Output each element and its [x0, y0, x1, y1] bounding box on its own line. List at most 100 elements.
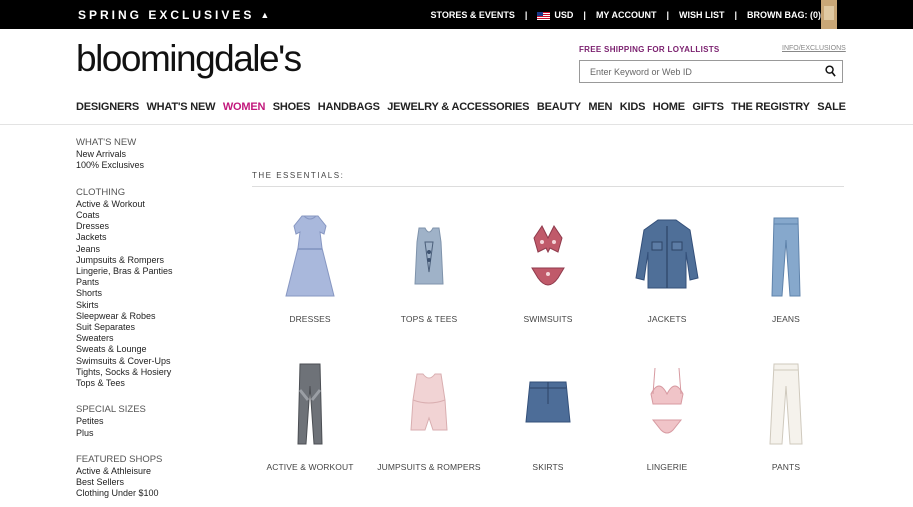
main-nav: DESIGNERS WHAT'S NEW WOMEN SHOES HANDBAG… [76, 101, 846, 113]
free-shipping-promo: FREE SHIPPING FOR LOYALLISTS [579, 45, 720, 54]
divider: | [734, 10, 737, 20]
sidebar-heading[interactable]: FEATURED SHOPS [76, 454, 226, 465]
sidebar-group-featured-shops: FEATURED SHOPS Active & Athleisure Best … [76, 454, 226, 500]
sidebar-group-special-sizes: SPECIAL SIZES Petites Plus [76, 404, 226, 439]
sidebar-link[interactable]: Pants [76, 277, 226, 288]
sidebar-link[interactable]: New Arrivals [76, 149, 226, 160]
nav-jewelry-accessories[interactable]: JEWELRY & ACCESSORIES [387, 101, 529, 113]
nav-men[interactable]: MEN [588, 101, 612, 113]
jeans-icon [771, 217, 801, 297]
category-label: SKIRTS [532, 462, 564, 472]
sidebar-link[interactable]: Jeans [76, 244, 226, 255]
us-flag-icon [537, 11, 551, 20]
sidebar-heading[interactable]: SPECIAL SIZES [76, 404, 226, 415]
sidebar-heading[interactable]: CLOTHING [76, 187, 226, 198]
category-sidebar: WHAT'S NEW New Arrivals 100% Exclusives … [76, 137, 226, 507]
category-label: DRESSES [289, 314, 331, 324]
divider: | [524, 10, 528, 20]
sidebar-link[interactable]: Swimsuits & Cover-Ups [76, 356, 226, 367]
nav-designers[interactable]: DESIGNERS [76, 101, 139, 113]
bikini-icon [531, 225, 565, 286]
category-label: JEANS [772, 314, 800, 324]
category-tile-jackets[interactable]: JACKETS [607, 212, 727, 324]
denim-skirt-icon [525, 381, 571, 423]
category-tile-lingerie[interactable]: LINGERIE [607, 360, 727, 472]
nav-divider [0, 124, 913, 125]
wish-list-link[interactable]: WISH LIST [679, 10, 725, 20]
sidebar-link[interactable]: Dresses [76, 221, 226, 232]
sidebar-link[interactable]: Shorts [76, 288, 226, 299]
sidebar-link[interactable]: Lingerie, Bras & Panties [76, 266, 226, 277]
category-tile-jeans[interactable]: JEANS [726, 212, 846, 324]
category-label: JACKETS [647, 314, 687, 324]
dress-icon [285, 215, 335, 297]
promo-label: SPRING EXCLUSIVES [78, 8, 255, 22]
category-tile-active-workout[interactable]: ACTIVE & WORKOUT [250, 360, 370, 472]
leggings-icon [297, 363, 323, 445]
pants-icon [769, 363, 803, 445]
nav-gifts[interactable]: GIFTS [692, 101, 724, 113]
sidebar-link[interactable]: Skirts [76, 300, 226, 311]
category-label: JUMPSUITS & ROMPERS [377, 462, 481, 472]
sidebar-link[interactable]: Sweaters [76, 333, 226, 344]
category-tile-swimsuits[interactable]: SWIMSUITS [488, 212, 608, 324]
nav-beauty[interactable]: BEAUTY [537, 101, 581, 113]
currency-label: USD [554, 10, 574, 20]
sidebar-link[interactable]: Tights, Socks & Hosiery [76, 367, 226, 378]
nav-shoes[interactable]: SHOES [273, 101, 311, 113]
site-logo[interactable]: bloomingdale's [76, 38, 302, 80]
sidebar-link[interactable]: Coats [76, 210, 226, 221]
sidebar-link[interactable]: Sweats & Lounge [76, 344, 226, 355]
sidebar-group-clothing: CLOTHING Active & Workout Coats Dresses … [76, 187, 226, 390]
info-exclusions-link[interactable]: INFO/EXCLUSIONS [782, 45, 846, 52]
search-box [579, 60, 843, 83]
divider: | [666, 10, 669, 20]
nav-the-registry[interactable]: THE REGISTRY [731, 101, 810, 113]
currency-selector[interactable]: USD [537, 10, 573, 20]
shopping-bag-icon[interactable] [821, 0, 837, 29]
sidebar-heading[interactable]: WHAT'S NEW [76, 137, 226, 148]
sidebar-link[interactable]: Suit Separates [76, 322, 226, 333]
nav-sale[interactable]: SALE [817, 101, 846, 113]
essentials-title: THE ESSENTIALS: [252, 171, 345, 180]
search-icon[interactable] [825, 65, 836, 78]
sidebar-link[interactable]: Petites [76, 416, 226, 427]
caret-up-icon: ▲ [260, 10, 270, 20]
search-input[interactable] [580, 61, 820, 82]
sidebar-link[interactable]: 100% Exclusives [76, 160, 226, 171]
sidebar-link[interactable]: Sleepwear & Robes [76, 311, 226, 322]
sidebar-link[interactable]: Jackets [76, 232, 226, 243]
top-bar: SPRING EXCLUSIVES ▲ STORES & EVENTS | US… [0, 0, 913, 29]
sidebar-link[interactable]: Active & Athleisure [76, 466, 226, 477]
utility-links: STORES & EVENTS | USD | MY ACCOUNT | WIS… [431, 10, 822, 20]
tank-top-icon [414, 227, 444, 285]
nav-handbags[interactable]: HANDBAGS [318, 101, 380, 113]
spring-exclusives-toggle[interactable]: SPRING EXCLUSIVES ▲ [78, 8, 269, 22]
stores-events-link[interactable]: STORES & EVENTS [431, 10, 515, 20]
brown-bag-link[interactable]: BROWN BAG: (0) [747, 10, 821, 20]
sidebar-link[interactable]: Tops & Tees [76, 378, 226, 389]
category-label: ACTIVE & WORKOUT [266, 462, 354, 472]
nav-women[interactable]: WOMEN [223, 101, 266, 113]
sidebar-link[interactable]: Jumpsuits & Rompers [76, 255, 226, 266]
category-label: SWIMSUITS [523, 314, 573, 324]
nav-whats-new[interactable]: WHAT'S NEW [147, 101, 216, 113]
my-account-link[interactable]: MY ACCOUNT [596, 10, 657, 20]
category-label: PANTS [771, 462, 801, 472]
category-tile-skirts[interactable]: SKIRTS [488, 360, 608, 472]
nav-home[interactable]: HOME [653, 101, 685, 113]
sidebar-link[interactable]: Best Sellers [76, 477, 226, 488]
category-label: TOPS & TEES [400, 314, 458, 324]
sidebar-link[interactable]: Active & Workout [76, 199, 226, 210]
category-label: LINGERIE [646, 462, 688, 472]
nav-kids[interactable]: KIDS [620, 101, 646, 113]
sidebar-link[interactable]: Plus [76, 428, 226, 439]
sidebar-link[interactable]: Clothing Under $100 [76, 488, 226, 499]
category-tile-tops-tees[interactable]: TOPS & TEES [369, 212, 489, 324]
category-tile-dresses[interactable]: DRESSES [250, 212, 370, 324]
essentials-divider [252, 186, 844, 187]
category-tile-jumpsuits-rompers[interactable]: JUMPSUITS & ROMPERS [369, 360, 489, 472]
romper-icon [410, 373, 448, 431]
sidebar-group-whats-new: WHAT'S NEW New Arrivals 100% Exclusives [76, 137, 226, 172]
category-tile-pants[interactable]: PANTS [726, 360, 846, 472]
